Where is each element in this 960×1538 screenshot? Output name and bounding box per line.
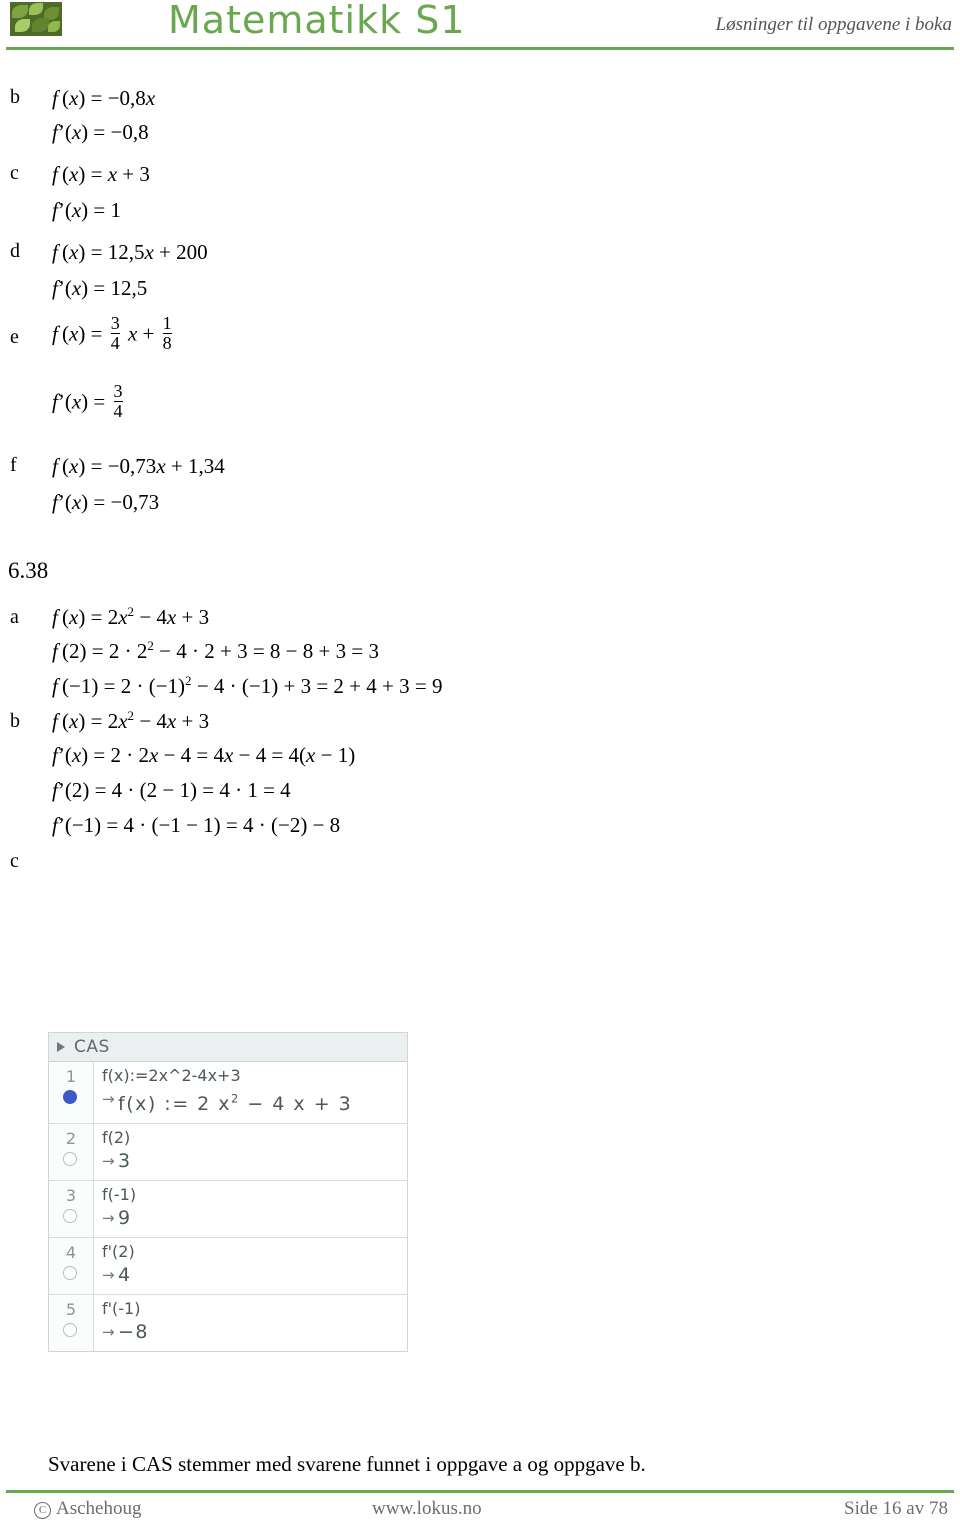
cas-row-body: f(x):=2x^2-4x+3 → f(x) := 2 x2 − 4 x + 3: [94, 1062, 407, 1123]
footer-website[interactable]: www.lokus.no: [372, 1498, 482, 1520]
cas-row-gutter: 2: [49, 1124, 94, 1181]
footer-publisher: C Aschehoug: [34, 1498, 141, 1520]
cas-input-expression[interactable]: f'(2): [102, 1242, 407, 1262]
math-line: f (−1) = 2 · (−1)2 − 4 · (−1) + 3 = 2 + …: [52, 673, 443, 698]
math-line: f (x) = −0,8x: [52, 86, 156, 110]
math-line: f’(2) = 4 · (2 − 1) = 4 · 1 = 4: [52, 778, 291, 802]
cas-row[interactable]: 5 f'(-1) → −8: [49, 1295, 407, 1352]
cas-output-value: f(x) := 2 x2 − 4 x + 3: [118, 1092, 353, 1116]
math-line: f (x) = 34 x + 18: [52, 313, 172, 353]
header-divider: [6, 47, 954, 50]
result-arrow-icon: →: [102, 1323, 115, 1342]
cas-row-marker-icon[interactable]: [63, 1152, 77, 1167]
book-subtitle: Løsninger til oppgavene i boka: [715, 14, 952, 35]
cas-row-body: f'(2) → 4: [94, 1238, 407, 1294]
cas-output-value: −8: [118, 1321, 150, 1344]
math-line: f’(x) = 12,5: [52, 276, 148, 300]
closing-sentence: Svarene i CAS stemmer med svarene funnet…: [48, 1452, 646, 1476]
exercise-letter-b: b: [10, 86, 20, 108]
cas-row-body: f'(-1) → −8: [94, 1295, 407, 1351]
cas-input-expression[interactable]: f(2): [102, 1128, 407, 1148]
cas-row-marker-icon[interactable]: [63, 1323, 77, 1338]
cas-output-expression: → 3: [102, 1148, 407, 1175]
cas-titlebar[interactable]: CAS: [48, 1032, 408, 1062]
math-line: f’(x) = 34: [52, 381, 123, 421]
cas-output-expression: → 9: [102, 1205, 407, 1232]
math-line: f (x) = 2x2 − 4x + 3: [52, 604, 210, 629]
cas-row-body: f(-1) → 9: [94, 1181, 407, 1237]
leaf-logo-icon: [10, 2, 62, 36]
result-arrow-icon: →: [102, 1209, 115, 1228]
cas-panel: CAS 1 f(x):=2x^2-4x+3 → f(x) := 2 x2 − 4…: [48, 1032, 408, 1353]
copyright-icon: C: [34, 1502, 51, 1519]
exercise-letter-f: f: [10, 454, 17, 476]
cas-row-index: 5: [65, 1300, 77, 1320]
exercise-letter-c: c: [10, 162, 19, 184]
exercise-letter-d: d: [10, 240, 20, 262]
exercise-letter-e: e: [10, 326, 19, 348]
book-title: Matematikk S1: [168, 0, 466, 42]
cas-row-marker-icon[interactable]: [63, 1266, 77, 1281]
cas-input-expression[interactable]: f(-1): [102, 1185, 407, 1205]
math-line: f’(−1) = 4 · (−1 − 1) = 4 · (−2) − 8: [52, 813, 341, 837]
math-line: f’(x) = −0,73: [52, 490, 160, 514]
cas-output-value: 3: [118, 1150, 132, 1173]
cas-row-gutter: 5: [49, 1295, 94, 1352]
part-letter-c: c: [10, 850, 19, 872]
cas-row-index: 1: [65, 1067, 77, 1086]
math-line: f’(x) = −0,8: [52, 120, 149, 144]
cas-row-gutter: 1: [49, 1062, 94, 1124]
math-line: f (2) = 2 · 22 − 4 · 2 + 3 = 8 − 8 + 3 =…: [52, 638, 379, 663]
result-arrow-icon: →: [102, 1090, 115, 1108]
math-line: f’(x) = 2 · 2x − 4 = 4x − 4 = 4(x − 1): [52, 743, 356, 767]
math-line: f’(x) = 1: [52, 198, 122, 222]
cas-row-gutter: 3: [49, 1181, 94, 1238]
part-letter-a: a: [10, 606, 19, 628]
result-arrow-icon: →: [102, 1266, 115, 1285]
cas-row[interactable]: 1 f(x):=2x^2-4x+3 → f(x) := 2 x2 − 4 x +…: [49, 1062, 407, 1125]
publisher-label: Aschehoug: [56, 1498, 142, 1519]
cas-input-expression[interactable]: f(x):=2x^2-4x+3: [102, 1066, 407, 1086]
expand-triangle-icon[interactable]: [57, 1042, 65, 1052]
math-line: f (x) = x + 3: [52, 162, 150, 186]
cas-row-marker-icon[interactable]: [63, 1090, 77, 1104]
cas-row[interactable]: 3 f(-1) → 9: [49, 1181, 407, 1239]
page-header: Matematikk S1 Løsninger til oppgavene i …: [0, 0, 960, 58]
result-arrow-icon: →: [102, 1152, 115, 1171]
math-line: f (x) = −0,73x + 1,34: [52, 454, 225, 478]
cas-output-value: 9: [118, 1207, 132, 1230]
cas-row-index: 3: [65, 1186, 77, 1206]
cas-output-expression: → −8: [102, 1319, 407, 1346]
cas-row-index: 2: [65, 1129, 77, 1149]
cas-row-index: 4: [65, 1243, 77, 1263]
cas-row-marker-icon[interactable]: [63, 1209, 77, 1224]
cas-row-gutter: 4: [49, 1238, 94, 1295]
section-number: 6.38: [8, 558, 49, 583]
cas-row[interactable]: 4 f'(2) → 4: [49, 1238, 407, 1296]
cas-row-list: 1 f(x):=2x^2-4x+3 → f(x) := 2 x2 − 4 x +…: [48, 1062, 408, 1353]
math-line: f (x) = 2x2 − 4x + 3: [52, 708, 210, 733]
cas-row-body: f(2) → 3: [94, 1124, 407, 1180]
cas-title-label: CAS: [74, 1037, 110, 1057]
math-line: f (x) = 12,5x + 200: [52, 240, 208, 264]
cas-output-expression: → 4: [102, 1262, 407, 1289]
cas-output-expression: → f(x) := 2 x2 − 4 x + 3: [102, 1086, 407, 1118]
footer-divider: [6, 1490, 954, 1493]
cas-output-value: 4: [118, 1264, 132, 1287]
cas-row[interactable]: 2 f(2) → 3: [49, 1124, 407, 1182]
page-footer: C Aschehoug www.lokus.no Side 16 av 78: [0, 1484, 960, 1538]
footer-page-number: Side 16 av 78: [844, 1498, 948, 1519]
cas-input-expression[interactable]: f'(-1): [102, 1299, 407, 1319]
part-letter-b: b: [10, 710, 20, 732]
